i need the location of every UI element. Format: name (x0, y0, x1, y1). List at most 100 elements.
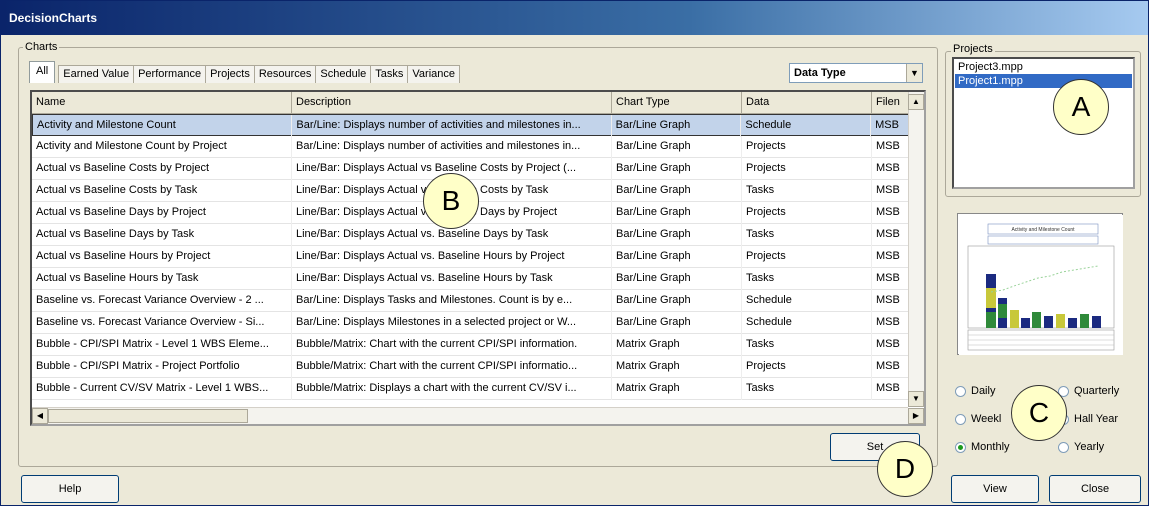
table-row[interactable]: Baseline vs. Forecast Variance Overview … (32, 290, 912, 312)
column-header-description[interactable]: Description (292, 92, 612, 114)
cell-data: Tasks (742, 334, 872, 356)
cell-description: Bubble/Matrix: Chart with the current CP… (292, 334, 612, 356)
cell-chart-type: Bar/Line Graph (612, 312, 742, 334)
callout-a: A (1053, 79, 1109, 135)
cell-name: Actual vs Baseline Hours by Project (32, 246, 292, 268)
column-header-data[interactable]: Data (742, 92, 872, 114)
radio-weekly-dot[interactable] (955, 413, 966, 425)
project-item[interactable]: Project3.mpp (955, 60, 1132, 74)
cell-filename: MSB (876, 184, 900, 196)
tab-resources[interactable]: Resources (255, 66, 317, 83)
cell-filename: MSB (876, 382, 900, 394)
cell-description: Line/Bar: Displays Actual vs. Baseline H… (292, 268, 612, 290)
cell-filename: MSB (876, 360, 900, 372)
projects-group-label: Projects (951, 43, 995, 55)
cell-name: Actual vs Baseline Days by Task (32, 224, 292, 246)
cell-description: Bar/Line: Displays number of activities … (292, 136, 612, 158)
dropdown-arrow-icon[interactable]: ▼ (906, 64, 922, 82)
chart-preview-thumbnail: Activity and Milestone Count (957, 213, 1123, 355)
cell-chart-type: Bar/Line Graph (612, 115, 742, 137)
charts-group-label: Charts (23, 41, 60, 53)
cell-name: Actual vs Baseline Costs by Task (32, 180, 292, 202)
cell-data: Tasks (742, 378, 872, 400)
scroll-left-icon[interactable]: ◀ (32, 408, 48, 424)
table-row[interactable]: Activity and Milestone Count by Project B… (32, 136, 912, 158)
tab-performance[interactable]: Performance (134, 66, 207, 83)
cell-name: Baseline vs. Forecast Variance Overview … (32, 312, 292, 334)
cell-data: Tasks (742, 268, 872, 290)
column-header-name[interactable]: Name (32, 92, 292, 114)
radio-daily-dot[interactable] (955, 385, 966, 397)
scroll-up-icon[interactable]: ▲ (908, 94, 924, 110)
chart-preview-graphic: Activity and Milestone Count (959, 215, 1123, 355)
radio-monthly-dot[interactable] (955, 441, 966, 453)
scroll-down-icon[interactable]: ▼ (908, 391, 924, 407)
cell-chart-type: Bar/Line Graph (612, 202, 742, 224)
column-header-chart-type[interactable]: Chart Type (612, 92, 742, 114)
horizontal-scroll-thumb[interactable] (48, 409, 248, 423)
cell-chart-type: Bar/Line Graph (612, 158, 742, 180)
cell-filename: MSB (876, 316, 900, 328)
table-row[interactable]: Actual vs Baseline Hours by Task Line/Bar… (32, 268, 912, 290)
cell-description: Bubble/Matrix: Chart with the current CP… (292, 356, 612, 378)
cell-data: Schedule (742, 290, 872, 312)
tab-tasks[interactable]: Tasks (371, 66, 409, 83)
scroll-right-icon[interactable]: ▶ (908, 408, 924, 424)
radio-daily[interactable]: Daily (955, 385, 995, 397)
tab-all[interactable]: All (29, 61, 56, 83)
cell-data: Schedule (742, 312, 872, 334)
cell-chart-type: Matrix Graph (612, 356, 742, 378)
radio-half-year[interactable]: Hall Year (1058, 413, 1118, 425)
cell-data: Projects (742, 356, 872, 378)
radio-quarterly[interactable]: Quarterly (1058, 385, 1119, 397)
table-row[interactable]: Actual vs Baseline Costs by Project Line/… (32, 158, 912, 180)
cell-filename: MSB (876, 250, 900, 262)
horizontal-scrollbar[interactable]: ◀ ▶ (32, 407, 924, 424)
cell-chart-type: Bar/Line Graph (612, 224, 742, 246)
radio-weekly[interactable]: Weekl (955, 413, 1001, 425)
column-header-filename[interactable]: Filen (872, 92, 912, 114)
tab-projects[interactable]: Projects (206, 66, 255, 83)
cell-name: Actual vs Baseline Days by Project (32, 202, 292, 224)
cell-name: Actual vs Baseline Costs by Project (32, 158, 292, 180)
tab-schedule[interactable]: Schedule (316, 66, 372, 83)
callout-c: C (1011, 385, 1067, 441)
cell-chart-type: Matrix Graph (612, 378, 742, 400)
help-button[interactable]: Help (21, 475, 119, 503)
cell-chart-type: Bar/Line Graph (612, 268, 742, 290)
tab-variance[interactable]: Variance (408, 66, 459, 83)
cell-filename: MSB (876, 272, 900, 284)
cell-data: Schedule (741, 115, 872, 137)
cell-chart-type: Bar/Line Graph (612, 290, 742, 312)
close-button[interactable]: Close (1049, 475, 1141, 503)
cell-data: Tasks (742, 180, 872, 202)
cell-description: Line/Bar: Displays Actual vs. Baseline H… (292, 246, 612, 268)
vertical-scrollbar[interactable]: ▲ ▼ (908, 92, 924, 407)
cell-name: Baseline vs. Forecast Variance Overview … (32, 290, 292, 312)
table-row[interactable]: Actual vs Baseline Hours by Project Line/… (32, 246, 912, 268)
cell-filename: MSB (876, 140, 900, 152)
table-body: Activity and Milestone Count Bar/Line: Di… (32, 114, 912, 400)
table-row[interactable]: Bubble - Current CV/SV Matrix - Level 1 … (32, 378, 912, 400)
cell-filename: MSB (876, 206, 900, 218)
radio-yearly[interactable]: Yearly (1058, 441, 1104, 453)
table-row[interactable]: Bubble - CPI/SPI Matrix - Level 1 WBS El… (32, 334, 912, 356)
view-button[interactable]: View (951, 475, 1039, 503)
cell-description: Bar/Line: Displays Tasks and Milestones.… (292, 290, 612, 312)
data-type-dropdown[interactable]: Data Type ▼ (789, 63, 923, 83)
project-item-selected[interactable]: Project1.mpp (955, 74, 1132, 88)
table-row[interactable]: Activity and Milestone Count Bar/Line: Di… (32, 114, 912, 137)
table-row[interactable]: Baseline vs. Forecast Variance Overview … (32, 312, 912, 334)
tab-earned-value[interactable]: Earned Value (59, 66, 135, 83)
tab-group: Earned Value Performance Projects Resour… (58, 65, 461, 83)
cell-filename: MSB (876, 294, 900, 306)
radio-weekly-label: Weekl (971, 413, 1002, 425)
table-row[interactable]: Actual vs Baseline Days by Task Line/Bar:… (32, 224, 912, 246)
projects-list[interactable]: Project3.mpp Project1.mpp (952, 57, 1135, 189)
table-row[interactable]: Bubble - CPI/SPI Matrix - Project Portfo… (32, 356, 912, 378)
radio-yearly-dot[interactable] (1058, 441, 1069, 453)
radio-monthly[interactable]: Monthly (955, 441, 1010, 453)
chart-tabs: All Earned Value Performance Projects Re… (29, 61, 461, 83)
cell-name: Activity and Milestone Count (33, 115, 293, 137)
cell-chart-type: Matrix Graph (612, 334, 742, 356)
